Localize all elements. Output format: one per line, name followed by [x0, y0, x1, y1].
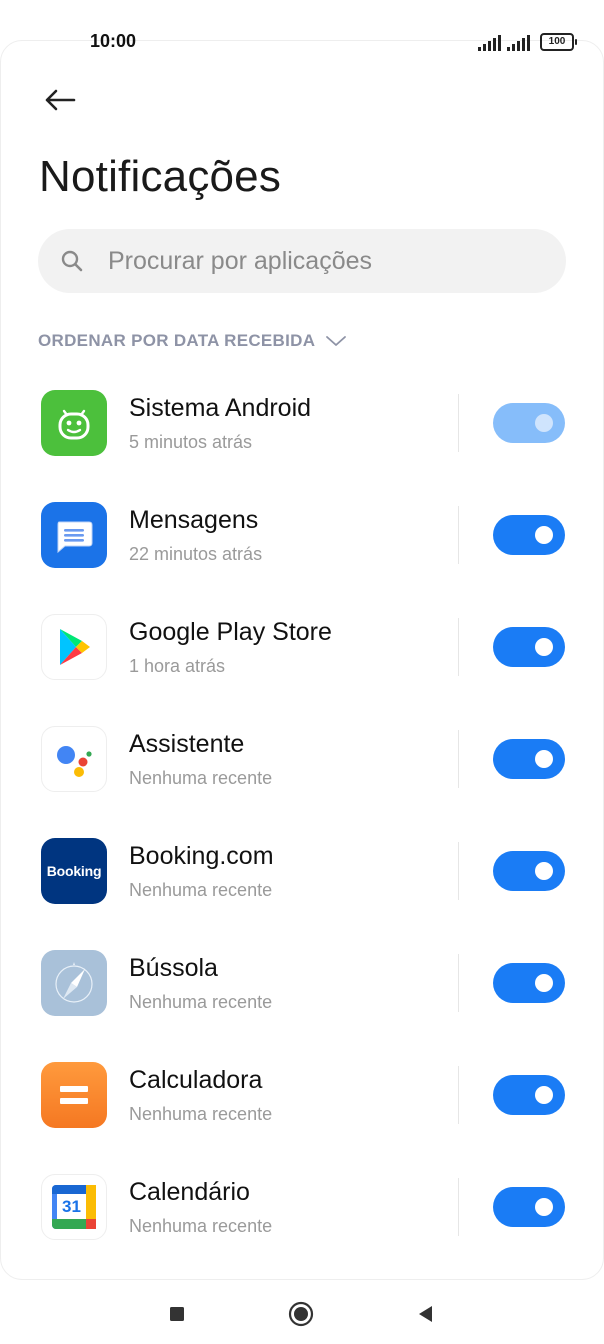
page-title: Notificações	[39, 152, 282, 201]
divider	[458, 954, 459, 1012]
status-time: 10:00	[90, 31, 137, 51]
toggle-knob	[535, 1086, 553, 1104]
divider	[458, 842, 459, 900]
toggle-knob	[535, 750, 553, 768]
list-item[interactable]: Bússola Nenhuma recente	[0, 950, 604, 1062]
notifications-screen: 10:00 100 Notificações ORDENAR POR DATA …	[0, 0, 604, 1344]
assistant-icon	[41, 726, 107, 792]
app-last-notification: Nenhuma recente	[129, 880, 273, 900]
toggle-knob	[535, 1198, 553, 1216]
notification-toggle[interactable]	[493, 403, 565, 443]
divider	[458, 506, 459, 564]
square-icon	[170, 1307, 184, 1321]
signal-icon	[478, 35, 501, 51]
list-item[interactable]: Sistema Android 5 minutos atrás	[0, 390, 604, 502]
home-circle-icon	[288, 1301, 314, 1327]
messages-icon	[41, 502, 107, 568]
app-name: Booking.com	[129, 842, 274, 870]
arrow-left-icon	[45, 89, 76, 111]
app-name: Sistema Android	[129, 394, 312, 422]
back-button[interactable]	[36, 80, 84, 120]
status-icons: 100	[478, 33, 577, 51]
notification-toggle[interactable]	[493, 1187, 565, 1227]
back-nav-button[interactable]	[411, 1300, 439, 1328]
notification-toggle[interactable]	[493, 515, 565, 555]
toggle-knob	[535, 974, 553, 992]
chevron-down-icon	[326, 336, 347, 346]
calendar-icon: 31	[41, 1174, 107, 1240]
calculator-icon	[41, 1062, 107, 1128]
booking-icon: Booking	[41, 838, 107, 904]
notification-toggle[interactable]	[493, 963, 565, 1003]
signal-icon	[507, 35, 530, 51]
search-bar[interactable]	[38, 229, 566, 293]
app-last-notification: Nenhuma recente	[129, 1104, 273, 1124]
sort-label: ORDENAR POR DATA RECEBIDA	[38, 331, 316, 350]
list-item[interactable]: Google Play Store 1 hora atrás	[0, 614, 604, 726]
toggle-knob	[535, 638, 553, 656]
play-store-icon	[41, 614, 107, 680]
toggle-knob	[535, 862, 553, 880]
app-last-notification: Nenhuma recente	[129, 768, 273, 788]
compass-icon	[41, 950, 107, 1016]
app-name: Mensagens	[129, 506, 259, 534]
app-name: Calendário	[129, 1178, 250, 1206]
home-button[interactable]	[287, 1300, 315, 1328]
app-last-notification: 5 minutos atrás	[129, 432, 253, 452]
search-icon	[61, 250, 83, 272]
list-item[interactable]: Assistente Nenhuma recente	[0, 726, 604, 838]
notification-toggle[interactable]	[493, 627, 565, 667]
app-name: Assistente	[129, 730, 245, 758]
search-input[interactable]	[106, 245, 530, 277]
system-navigation-bar	[0, 1282, 604, 1344]
battery-icon: 100	[540, 33, 577, 51]
notification-toggle[interactable]	[493, 739, 565, 779]
toggle-knob	[535, 414, 553, 432]
divider	[458, 1178, 459, 1236]
divider	[458, 394, 459, 452]
list-item[interactable]: Booking Booking.com Nenhuma recente	[0, 838, 604, 950]
list-item[interactable]: Calculadora Nenhuma recente	[0, 1062, 604, 1174]
app-last-notification: 22 minutos atrás	[129, 544, 263, 564]
list-item[interactable]: 31 Calendário Nenhuma recente	[0, 1174, 604, 1286]
android-system-icon	[41, 390, 107, 456]
calendar-glyph: 31	[52, 1185, 96, 1229]
app-name: Bússola	[129, 954, 218, 982]
triangle-back-icon	[419, 1306, 432, 1322]
divider	[458, 1066, 459, 1124]
toggle-knob	[535, 526, 553, 544]
app-last-notification: 1 hora atrás	[129, 656, 226, 676]
calendar-day-text: 31	[62, 1196, 81, 1216]
app-last-notification: Nenhuma recente	[129, 1216, 273, 1236]
notification-toggle[interactable]	[493, 1075, 565, 1115]
app-name: Google Play Store	[129, 618, 332, 646]
booking-logo-text: Booking	[46, 863, 102, 879]
notification-toggle[interactable]	[493, 851, 565, 891]
recents-button[interactable]	[163, 1300, 191, 1328]
divider	[458, 618, 459, 676]
app-name: Calculadora	[129, 1066, 263, 1094]
app-last-notification: Nenhuma recente	[129, 992, 273, 1012]
sort-dropdown[interactable]: ORDENAR POR DATA RECEBIDA	[38, 331, 347, 351]
divider	[458, 730, 459, 788]
list-item[interactable]: Mensagens 22 minutos atrás	[0, 502, 604, 614]
